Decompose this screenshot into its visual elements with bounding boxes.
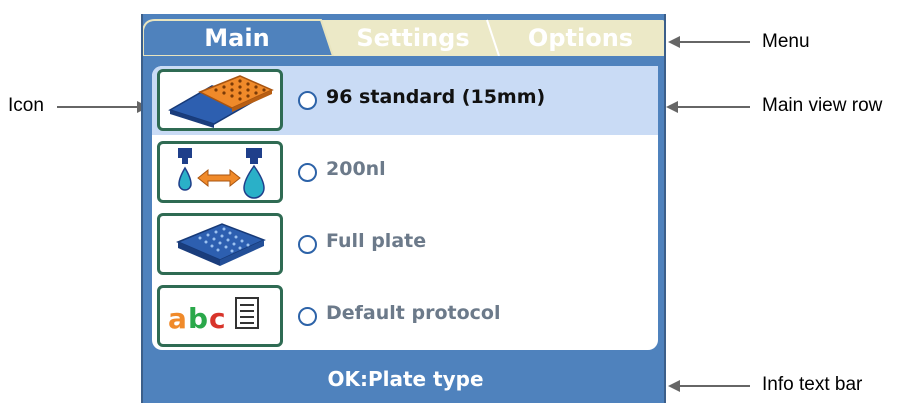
callout-icon-line [57, 106, 139, 108]
plate-type-radio[interactable] [298, 91, 317, 110]
plate-icon[interactable] [157, 69, 283, 131]
callout-menu-arrow [668, 36, 680, 48]
info-text-bar: OK:Plate type [327, 367, 484, 391]
tab-settings[interactable]: Settings [333, 20, 493, 56]
callout-icon: Icon [8, 95, 44, 116]
protocol-abc-icon[interactable]: a b c [157, 285, 283, 347]
main-view-row-protocol[interactable]: a b c Default protocol [152, 282, 658, 351]
main-view-row-plate-type[interactable]: 96 standard (15mm) [152, 66, 658, 135]
row-label-protocol: Default protocol [326, 302, 501, 324]
svg-text:a: a [168, 302, 187, 335]
svg-text:c: c [209, 302, 226, 335]
row-label-plate-type: 96 standard (15mm) [326, 86, 546, 108]
callout-info-text-bar: Info text bar [762, 374, 863, 395]
main-view-row-plate-area[interactable]: Full plate [152, 210, 658, 279]
tab-main[interactable]: Main [143, 20, 331, 56]
callout-info-text-bar-arrow [668, 380, 680, 392]
menu-tab-bar: Main Settings Options [143, 14, 664, 56]
callout-menu: Menu [762, 31, 810, 52]
plate-area-radio[interactable] [298, 235, 317, 254]
device-screen: Main Settings Options 96 standard (15mm)… [141, 14, 666, 403]
main-view-row-volume[interactable]: 200nl [152, 138, 658, 207]
callout-info-text-bar-line [680, 385, 750, 387]
dispense-volume-icon[interactable] [157, 141, 283, 203]
callout-menu-line [680, 41, 750, 43]
callout-main-view-row-arrow [666, 101, 678, 113]
volume-radio[interactable] [298, 163, 317, 182]
main-view-panel: 96 standard (15mm) 200nl Full plate a b … [152, 66, 658, 350]
callout-main-view-row-line [678, 106, 750, 108]
row-label-plate-area: Full plate [326, 230, 427, 252]
protocol-radio[interactable] [298, 307, 317, 326]
full-plate-icon[interactable] [157, 213, 283, 275]
svg-text:b: b [188, 302, 208, 335]
callout-main-view-row: Main view row [762, 95, 883, 116]
row-label-volume: 200nl [326, 158, 386, 180]
tab-options[interactable]: Options [498, 20, 663, 56]
